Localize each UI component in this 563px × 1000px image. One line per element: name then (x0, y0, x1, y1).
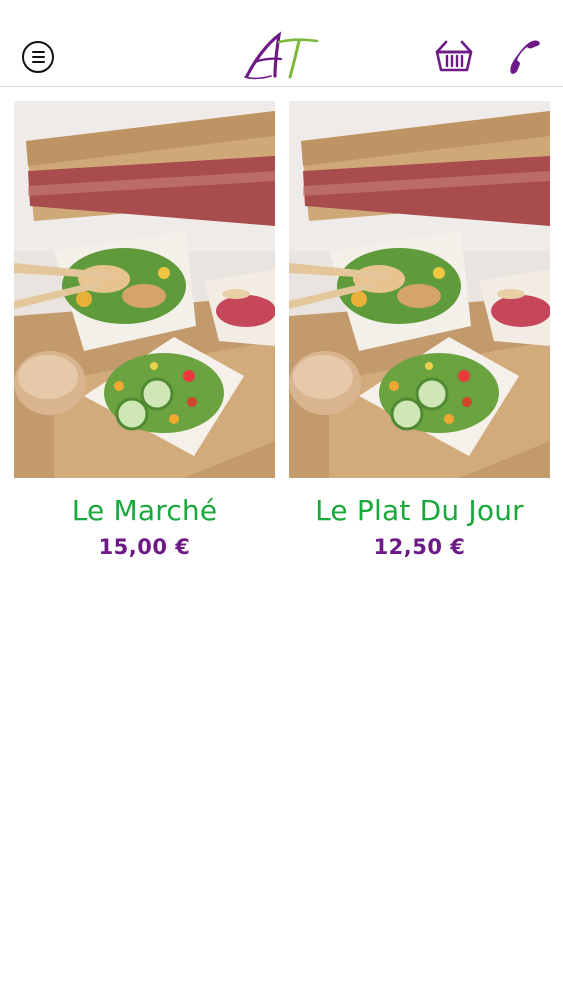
product-price: 15,00 € (98, 535, 191, 559)
product-name[interactable]: Le Plat Du Jour (289, 494, 550, 528)
app-header: AT (0, 0, 563, 87)
product-card[interactable]: Le Marché 15,00 € (14, 101, 275, 560)
product-price: 12,50 € (373, 535, 466, 559)
brand-logo[interactable]: AT (241, 30, 321, 82)
menu-line (31, 56, 45, 58)
product-name[interactable]: Le Marché (14, 494, 275, 528)
product-photo[interactable] (14, 101, 275, 478)
menu-line (31, 51, 45, 53)
basket-icon[interactable] (434, 38, 474, 74)
product-photo[interactable] (289, 101, 550, 478)
menu-icon[interactable] (22, 41, 54, 73)
menu-line (31, 61, 45, 63)
phone-icon[interactable] (505, 38, 543, 76)
product-card[interactable]: Le Plat Du Jour 12,50 € (289, 101, 550, 560)
